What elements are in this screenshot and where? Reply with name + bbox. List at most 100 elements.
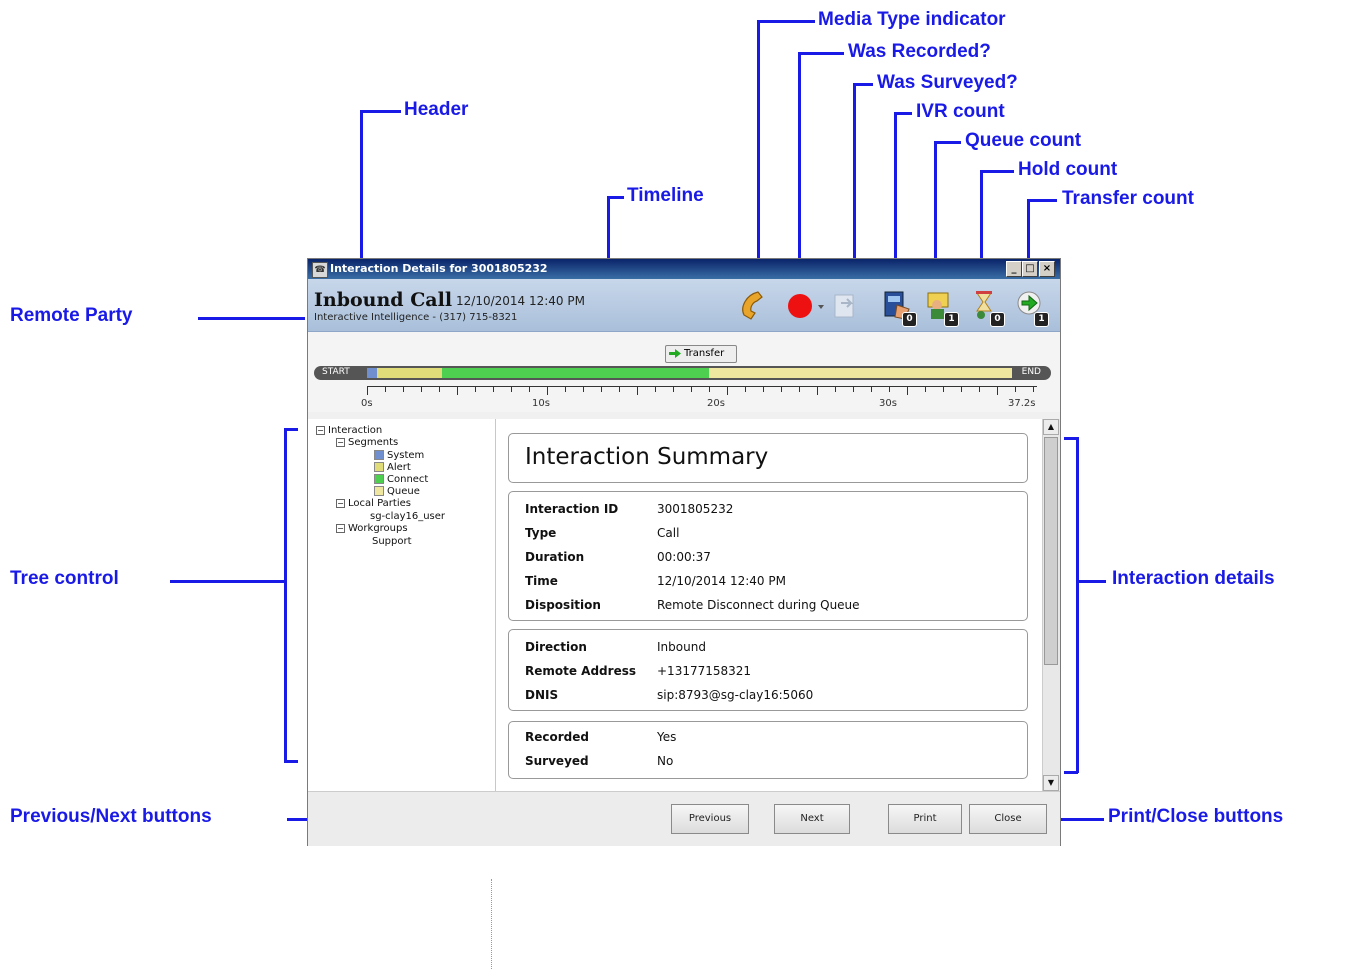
- ruler-tick: [763, 387, 765, 392]
- recorded-leader-h: [798, 52, 844, 55]
- details-bracket-top: [1064, 437, 1078, 440]
- callout-prev-next: Previous/Next buttons: [10, 806, 212, 827]
- segment-swatch: [374, 486, 384, 496]
- tree-bracket-v: [284, 428, 287, 762]
- detail-key: Surveyed: [525, 754, 589, 768]
- detail-key: Remote Address: [525, 664, 636, 678]
- tree-node-segments[interactable]: − Segments: [336, 437, 398, 448]
- callout-tree-control: Tree control: [10, 568, 119, 589]
- ruler-tick: [853, 387, 855, 392]
- detail-value: sip:8793@sg-clay16:5060: [657, 688, 814, 702]
- print-button[interactable]: Print: [888, 804, 962, 834]
- previous-button[interactable]: Previous: [671, 804, 749, 834]
- ruler-tick: [475, 387, 477, 392]
- detail-value: No: [657, 754, 674, 768]
- ruler-tick: [493, 387, 495, 392]
- ruler-tick: [871, 387, 873, 392]
- detail-value: 12/10/2014 12:40 PM: [657, 574, 786, 588]
- tree-node-local-parties[interactable]: − Local Parties: [336, 498, 411, 509]
- transfer-count-badge: 1: [1034, 312, 1049, 327]
- ruler-tick: [385, 387, 386, 392]
- tree-bracket-bot: [284, 760, 298, 763]
- header: Inbound Call 12/10/2014 12:40 PM Interac…: [308, 279, 1060, 332]
- ruler-tick: [403, 387, 405, 392]
- queue-leader-h: [934, 141, 961, 144]
- remote-party-leader: [198, 317, 305, 320]
- collapse-icon[interactable]: −: [336, 437, 345, 447]
- timeline-segment-connect[interactable]: [441, 368, 709, 378]
- tree-node-workgroups[interactable]: − Workgroups: [336, 523, 408, 534]
- ivr-leader-h: [894, 112, 912, 115]
- detail-value: Yes: [657, 730, 677, 744]
- ruler-tick: [691, 387, 693, 392]
- tree-node-label: System: [387, 450, 425, 461]
- title-bar[interactable]: ☎ Interaction Details for 3001805232 _ □…: [308, 259, 1060, 279]
- callout-header: Header: [404, 99, 469, 120]
- hold-count-badge: 0: [990, 312, 1005, 327]
- tree-node-label: Queue: [387, 486, 420, 497]
- timeline-segment-queue[interactable]: [708, 368, 1012, 378]
- callout-remote-party: Remote Party: [10, 305, 133, 326]
- ruler-tick: [655, 387, 657, 392]
- collapse-icon[interactable]: −: [336, 498, 345, 508]
- close-button[interactable]: Close: [969, 804, 1047, 834]
- next-button[interactable]: Next: [774, 804, 850, 834]
- tree-node-workgroup[interactable]: Support: [372, 536, 412, 547]
- recorded-leader: [798, 52, 801, 284]
- ruler-tick: [529, 387, 531, 392]
- details-bracket-bot: [1064, 771, 1078, 774]
- tree-control: − Interaction − Segments System Alert Conn…: [308, 419, 496, 969]
- detail-key: Type: [525, 526, 557, 540]
- timeline-transfer-label: Transfer: [684, 348, 725, 359]
- maximize-button[interactable]: □: [1022, 261, 1038, 277]
- tree-node-label: Support: [372, 536, 412, 547]
- close-window-button[interactable]: ×: [1039, 261, 1055, 277]
- scroll-down-button[interactable]: ▼: [1043, 775, 1059, 791]
- ruler-tick: [511, 387, 513, 392]
- ivr-count-badge: 0: [902, 312, 917, 327]
- details-scrollbar[interactable]: ▲ ▼: [1042, 419, 1060, 791]
- surveyed-leader-h: [853, 83, 873, 86]
- callout-timeline: Timeline: [627, 185, 704, 206]
- call-datetime: 12/10/2014 12:40 PM: [456, 294, 585, 308]
- tree-node-system[interactable]: System: [374, 450, 424, 461]
- collapse-icon[interactable]: −: [316, 425, 325, 435]
- splitter-handle[interactable]: [491, 879, 494, 969]
- ruler-tick: [925, 387, 927, 392]
- tree-node-queue[interactable]: Queue: [374, 486, 420, 497]
- timeline-segment-system[interactable]: [367, 368, 378, 378]
- tree-node-label: Segments: [348, 437, 399, 448]
- tree-node-label: Workgroups: [348, 523, 408, 534]
- scroll-up-button[interactable]: ▲: [1043, 419, 1059, 435]
- ruler-tick: [583, 387, 585, 392]
- minimize-button[interactable]: _: [1006, 261, 1022, 277]
- tree-node-label: Alert: [387, 462, 411, 473]
- timeline-transfer-marker[interactable]: Transfer: [665, 345, 737, 363]
- tree-node-connect[interactable]: Connect: [374, 474, 428, 485]
- recorded-dropdown-icon[interactable]: [818, 305, 824, 309]
- tree-node-alert[interactable]: Alert: [374, 462, 411, 473]
- transfer-icon: 1: [1015, 289, 1049, 327]
- tree-node-local-party[interactable]: sg-clay16_user: [370, 511, 445, 522]
- scroll-thumb[interactable]: [1044, 437, 1058, 665]
- ruler-tick: [961, 387, 963, 392]
- timeline-segment-alert[interactable]: [377, 368, 442, 378]
- tree-node-interaction[interactable]: − Interaction: [316, 425, 382, 436]
- tick-label-end: 37.2s: [1008, 398, 1036, 409]
- ruler-tick: [997, 387, 999, 395]
- ruler-tick: [745, 387, 747, 392]
- details-leader-h: [1078, 580, 1106, 583]
- ruler-tick: [1033, 387, 1035, 392]
- timeline-start-label: START: [322, 367, 350, 377]
- collapse-icon[interactable]: −: [336, 523, 345, 533]
- timeline-leader-h: [607, 196, 624, 199]
- window-title: Interaction Details for 3001805232: [330, 262, 548, 275]
- timeline-bar[interactable]: START END: [314, 366, 1051, 380]
- ruler-tick: [619, 387, 621, 392]
- callout-transfer-count: Transfer count: [1062, 188, 1194, 209]
- details-bracket-v: [1076, 437, 1079, 773]
- callout-was-recorded: Was Recorded?: [848, 41, 991, 62]
- summary-group-address: Direction Inbound Remote Address +13177158…: [508, 629, 1028, 711]
- callout-interaction-details: Interaction details: [1112, 568, 1275, 589]
- ruler-tick: [727, 387, 729, 395]
